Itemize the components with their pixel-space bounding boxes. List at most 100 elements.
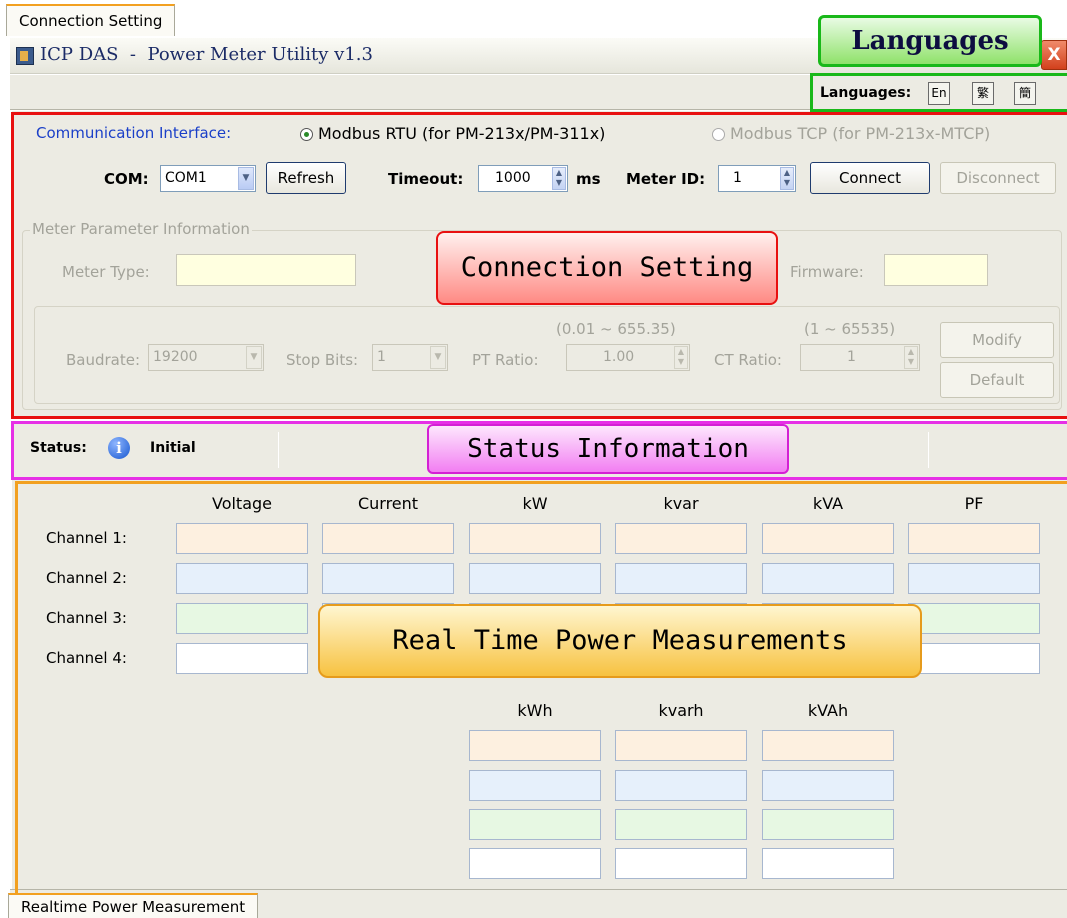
column-header-kw: kW [522, 494, 548, 513]
channel-2-kvar-field [615, 563, 747, 594]
baudrate-label: Baudrate: [66, 351, 141, 369]
channel-2-kw-field [469, 563, 601, 594]
energy-kvarh-row-3-field [615, 809, 747, 840]
language-simplified-chinese-button[interactable]: 簡 [1014, 82, 1036, 105]
stop-bits-label: Stop Bits: [286, 351, 359, 369]
meter-id-spinner-icon[interactable]: ▲ ▼ [780, 167, 794, 190]
meter-id-value: 1 [733, 170, 742, 186]
energy-kvah-row-1-field [762, 730, 894, 761]
modbus-rtu-radio[interactable] [300, 128, 313, 141]
channel-1-kvar-field [615, 523, 747, 554]
connect-button[interactable]: Connect [810, 162, 930, 194]
pt-ratio-input[interactable]: 1.00 ▲ ▼ [566, 344, 690, 371]
meter-parameter-group-title: Meter Parameter Information [30, 220, 252, 238]
column-header-current: Current [357, 494, 419, 513]
meter-type-field [176, 254, 356, 286]
energy-kwh-row-3-field [469, 809, 601, 840]
timeout-spinner-icon[interactable]: ▲ ▼ [552, 167, 566, 190]
column-header-pf: PF [964, 494, 984, 513]
status-separator [928, 432, 929, 468]
meter-id-label: Meter ID: [626, 170, 706, 188]
channel-4-pf-field [908, 643, 1040, 674]
timeout-label: Timeout: [388, 170, 464, 188]
modbus-tcp-label[interactable]: Modbus TCP (for PM-213x-MTCP) [730, 124, 990, 143]
channel-1-kw-field [469, 523, 601, 554]
channel-3-label: Channel 3: [46, 609, 127, 627]
timeout-value: 1000 [495, 170, 531, 186]
language-traditional-chinese-button[interactable]: 繁 [972, 82, 994, 105]
column-header-kvarh: kvarh [658, 701, 704, 720]
modbus-rtu-label[interactable]: Modbus RTU (for PM-213x/PM-311x) [318, 124, 605, 143]
baudrate-value: 19200 [153, 349, 198, 365]
column-header-kvah: kVAh [807, 701, 849, 720]
column-header-voltage: Voltage [211, 494, 272, 513]
energy-kwh-row-1-field [469, 730, 601, 761]
com-port-value: COM1 [165, 170, 207, 186]
baudrate-select[interactable]: 19200 ▼ [148, 344, 264, 371]
tab-realtime-power-measurement[interactable]: Realtime Power Measurement [8, 893, 259, 918]
channel-4-label: Channel 4: [46, 649, 127, 667]
timeout-unit: ms [576, 170, 601, 188]
connection-setting-callout: Connection Setting [436, 231, 778, 305]
energy-kvarh-row-1-field [615, 730, 747, 761]
pt-ratio-spinner-icon[interactable]: ▲ ▼ [674, 346, 688, 369]
refresh-button[interactable]: Refresh [266, 162, 346, 194]
modbus-tcp-radio[interactable] [712, 128, 725, 141]
channel-1-label: Channel 1: [46, 529, 127, 547]
channel-3-voltage-field [176, 603, 308, 634]
timeout-input[interactable]: 1000 ▲ ▼ [478, 165, 568, 192]
channel-2-voltage-field [176, 563, 308, 594]
status-value: Initial [150, 440, 196, 456]
channel-2-current-field [322, 563, 454, 594]
ct-ratio-label: CT Ratio: [714, 351, 782, 369]
status-label: Status: [30, 440, 87, 456]
status-information-callout: Status Information [427, 424, 789, 474]
column-header-kvar: kvar [663, 494, 699, 513]
firmware-label: Firmware: [790, 263, 864, 281]
languages-callout: Languages [818, 15, 1042, 67]
channel-1-current-field [322, 523, 454, 554]
energy-kvarh-row-4-field [615, 848, 747, 879]
chevron-down-icon: ▼ [238, 167, 254, 190]
channel-1-voltage-field [176, 523, 308, 554]
tab-connection-setting[interactable]: Connection Setting [6, 4, 176, 36]
channel-2-label: Channel 2: [46, 569, 127, 587]
com-port-select[interactable]: COM1 ▼ [160, 165, 256, 192]
channel-1-kva-field [762, 523, 894, 554]
chevron-down-icon: ▼ [246, 346, 262, 369]
meter-type-label: Meter Type: [62, 263, 150, 281]
meter-id-input[interactable]: 1 ▲ ▼ [718, 165, 796, 192]
disconnect-button[interactable]: Disconnect [940, 162, 1056, 194]
energy-kvah-row-4-field [762, 848, 894, 879]
close-button[interactable]: X [1041, 40, 1067, 70]
energy-kvah-row-3-field [762, 809, 894, 840]
channel-4-voltage-field [176, 643, 308, 674]
languages-label: Languages: [820, 85, 912, 101]
column-header-kwh: kWh [517, 701, 553, 720]
channel-2-pf-field [908, 563, 1040, 594]
energy-kwh-row-2-field [469, 770, 601, 801]
stop-bits-select[interactable]: 1 ▼ [372, 344, 448, 371]
firmware-field [884, 254, 988, 286]
energy-kwh-row-4-field [469, 848, 601, 879]
ct-ratio-input[interactable]: 1 ▲ ▼ [800, 344, 920, 371]
app-icon [16, 47, 34, 65]
ct-ratio-range: (1 ~ 65535) [804, 320, 896, 338]
language-en-button[interactable]: En [928, 82, 950, 105]
pt-ratio-value: 1.00 [603, 349, 635, 365]
communication-interface-label: Communication Interface: [36, 124, 232, 142]
stop-bits-value: 1 [377, 349, 386, 365]
info-icon: i [108, 437, 130, 459]
pt-ratio-range: (0.01 ~ 655.35) [556, 320, 676, 338]
ct-ratio-spinner-icon[interactable]: ▲ ▼ [904, 346, 918, 369]
ct-ratio-value: 1 [847, 349, 856, 365]
energy-kvah-row-2-field [762, 770, 894, 801]
chevron-down-icon: ▼ [430, 346, 446, 369]
modify-button[interactable]: Modify [940, 322, 1054, 358]
channel-3-pf-field [908, 603, 1040, 634]
status-separator [278, 432, 279, 468]
default-button[interactable]: Default [940, 362, 1054, 398]
column-header-kva: kVA [812, 494, 844, 513]
com-label: COM: [104, 170, 149, 188]
channel-1-pf-field [908, 523, 1040, 554]
